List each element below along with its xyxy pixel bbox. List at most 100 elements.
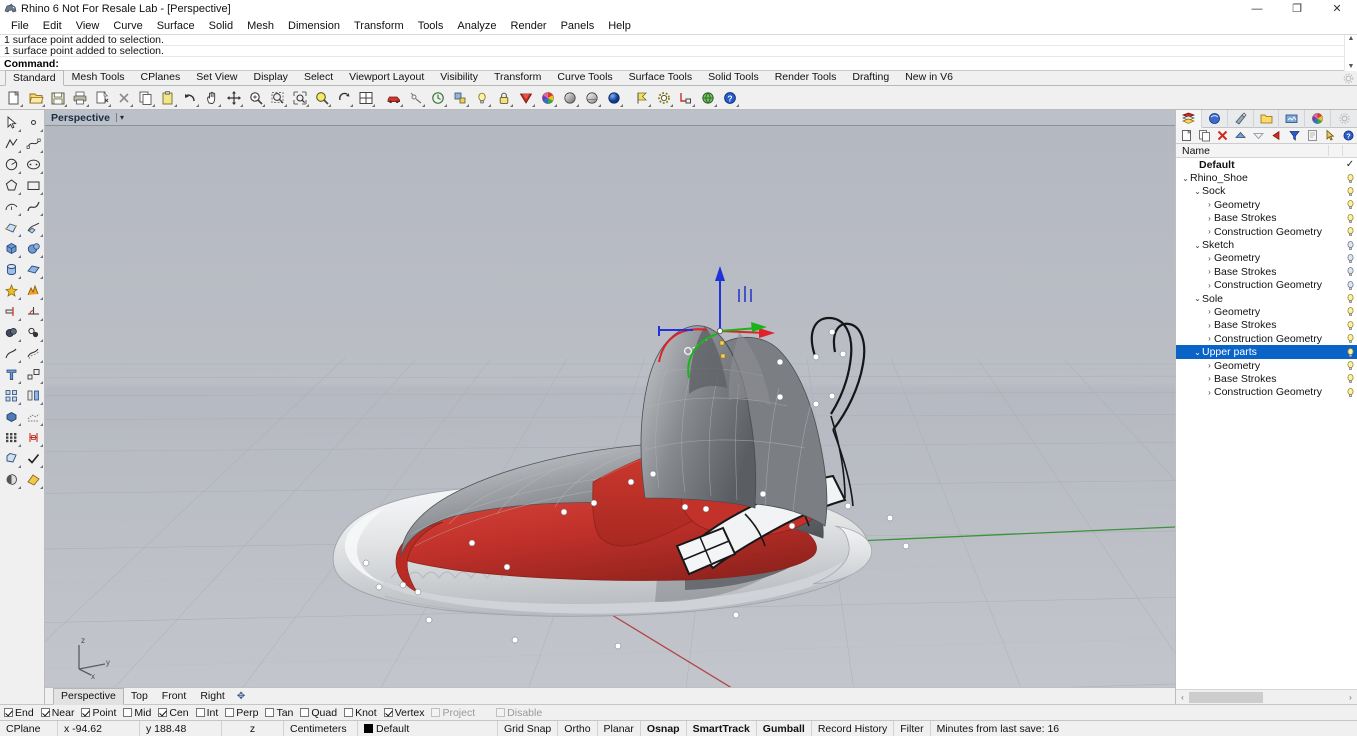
checkbox[interactable] [431,708,441,717]
units-indicator[interactable]: Centimeters [284,720,358,736]
layer-row-upper-parts-construction-geometry[interactable]: › Construction Geometry [1176,386,1357,399]
render-preview-icon[interactable] [405,87,426,108]
minimize-button[interactable]: — [1237,0,1277,17]
chevron-down-icon[interactable]: ▾ [115,113,124,122]
toggle-osnap[interactable]: Osnap [641,720,687,736]
gear-icon[interactable] [1343,73,1354,84]
history-icon[interactable] [427,87,448,108]
twisty-icon[interactable]: ⌄ [1193,241,1202,250]
select-arrow-icon[interactable] [0,112,22,133]
surface-from-points-icon[interactable] [0,217,22,238]
osnap-tan[interactable]: Tan [265,707,293,719]
layer-name[interactable]: Sole [1202,293,1343,305]
move-icon[interactable] [223,87,244,108]
layer-row-sketch-geometry[interactable]: › Geometry [1176,252,1357,265]
layer-row-default[interactable]: Default ✓ [1176,158,1357,171]
menu-solid[interactable]: Solid [202,19,240,33]
layer-name[interactable]: Construction Geometry [1214,333,1343,345]
twisty-icon[interactable]: ⌄ [1181,174,1190,183]
maximize-button[interactable]: ❐ [1277,0,1317,17]
menu-render[interactable]: Render [504,19,554,33]
new-sublayer-icon[interactable] [1196,128,1213,143]
menu-curve[interactable]: Curve [106,19,149,33]
offset-surface-icon[interactable] [22,343,44,364]
osnap-mid[interactable]: Mid [123,707,151,719]
osnap-int[interactable]: Int [195,707,218,719]
twisty-icon[interactable]: › [1205,307,1214,316]
panel-options-tab[interactable] [1331,110,1357,128]
viewport-name[interactable]: Perspective [51,112,110,124]
checkbox[interactable] [195,708,205,717]
light-bulb-icon[interactable] [1343,186,1357,197]
light-bulb-icon[interactable] [1343,199,1357,210]
layer-row-upper-parts-geometry[interactable]: › Geometry [1176,359,1357,372]
twisty-icon[interactable]: ⌄ [1193,348,1202,357]
mirror-icon[interactable] [22,385,44,406]
layers-tab[interactable] [1176,109,1202,128]
car-render-icon[interactable] [383,87,404,108]
layer-name[interactable]: Default [1199,159,1343,171]
toolbar-tab-visibility[interactable]: Visibility [432,69,486,85]
control-point-curve-icon[interactable] [22,133,44,154]
polyline-icon[interactable] [0,133,22,154]
cylinder-icon[interactable] [0,259,22,280]
dimension-icon[interactable] [22,427,44,448]
layer-name[interactable]: Rhino_Shoe [1190,172,1343,184]
menu-tools[interactable]: Tools [411,19,451,33]
light-bulb-icon[interactable] [1343,320,1357,331]
transform-icon[interactable] [0,364,22,385]
ghosted-view-icon[interactable] [581,87,602,108]
menu-dimension[interactable]: Dimension [281,19,347,33]
light-bulb-icon[interactable] [1343,373,1357,384]
checkbox[interactable] [123,708,133,717]
cplane-indicator[interactable]: CPlane [0,720,58,736]
trim-icon[interactable] [0,301,22,322]
osnap-vertex[interactable]: Vertex [383,707,424,719]
twisty-icon[interactable]: ⌄ [1193,294,1202,303]
toolbar-tab-cplanes[interactable]: CPlanes [133,69,189,85]
close-button[interactable]: ✕ [1317,0,1357,17]
toggle-record-history[interactable]: Record History [812,720,895,736]
toggle-filter[interactable]: Filter [894,720,931,736]
layer-row-rhino-shoe[interactable]: ⌄ Rhino_Shoe [1176,171,1357,184]
layer-row-sock[interactable]: ⌄ Sock [1176,185,1357,198]
add-viewport-tab-icon[interactable]: ✥ [232,691,250,702]
rectangle-icon[interactable] [22,175,44,196]
rotate-view-icon[interactable] [333,87,354,108]
toggle-ortho[interactable]: Ortho [558,720,598,736]
layer-row-upper-parts[interactable]: ⌄ Upper parts [1176,345,1357,359]
light-bulb-icon[interactable] [1343,213,1357,224]
properties-icon[interactable] [449,87,470,108]
cut-icon[interactable] [91,87,112,108]
twisty-icon[interactable]: › [1205,267,1214,276]
twisty-icon[interactable]: ⌄ [1193,187,1202,196]
menu-panels[interactable]: Panels [554,19,602,33]
toolbar-tab-viewport-layout[interactable]: Viewport Layout [341,69,432,85]
shade-icon[interactable] [0,469,22,490]
light-bulb-icon[interactable] [1343,306,1357,317]
undo-icon[interactable] [179,87,200,108]
layer-row-sole-geometry[interactable]: › Geometry [1176,305,1357,318]
print-icon[interactable] [69,87,90,108]
select-objects-icon[interactable] [1322,128,1339,143]
osnap-disable[interactable]: Disable [496,707,542,719]
move-down-icon[interactable] [1250,128,1267,143]
layer-row-sole-construction-geometry[interactable]: › Construction Geometry [1176,332,1357,345]
layer-row-sketch[interactable]: ⌄ Sketch [1176,238,1357,251]
osnap-point[interactable]: Point [81,707,116,719]
osnap-knot[interactable]: Knot [344,707,377,719]
checkbox[interactable] [158,708,168,717]
twisty-icon[interactable]: › [1205,321,1214,330]
osnap-perp[interactable]: Perp [225,707,258,719]
layer-name[interactable]: Base Strokes [1214,212,1343,224]
delete-x-icon[interactable] [113,87,134,108]
explode-icon[interactable] [0,280,22,301]
scroll-left-icon[interactable]: ‹ [1176,693,1189,702]
grid-array-icon[interactable] [0,427,22,448]
toggle-planar[interactable]: Planar [598,720,641,736]
checkbox[interactable] [383,708,393,717]
open-folder-icon[interactable] [25,87,46,108]
layer-help-icon[interactable]: ? [1340,128,1357,143]
lock-icon[interactable] [493,87,514,108]
viewport-tab-perspective[interactable]: Perspective [53,687,124,705]
